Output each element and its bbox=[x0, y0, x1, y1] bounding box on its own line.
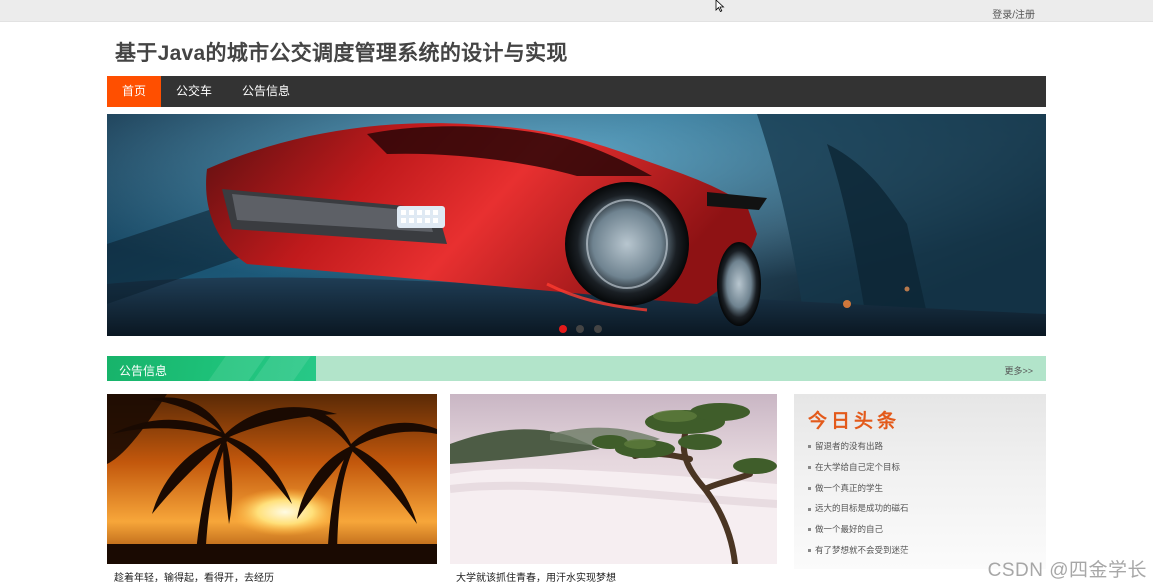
bullet-icon bbox=[808, 528, 811, 532]
carousel-dots bbox=[559, 320, 607, 336]
notice-section-tab: 公告信息 bbox=[107, 356, 316, 381]
site-title: 基于Java的城市公交调度管理系统的设计与实现 bbox=[115, 42, 568, 65]
headlines-panel: 今日头条 留退者的没有出路 在大学给自己定个目标 做一个真正的学生 远大的目标是… bbox=[794, 394, 1046, 569]
bullet-icon bbox=[808, 466, 811, 470]
headlines-title: 今日头条 bbox=[808, 410, 901, 432]
headline-item[interactable]: 有了梦想就不会受到迷茫 bbox=[808, 544, 909, 565]
main-nav: 首页 公交车 公告信息 bbox=[107, 76, 1046, 107]
bullet-icon bbox=[808, 445, 811, 449]
bullet-icon bbox=[808, 549, 811, 553]
notice-card-2-image[interactable] bbox=[450, 394, 777, 564]
pine-mountain-image bbox=[450, 394, 777, 564]
top-bar: 登录/注册 bbox=[0, 0, 1153, 22]
login-register-link[interactable]: 登录/注册 bbox=[992, 6, 1035, 21]
notice-card-1-image[interactable] bbox=[107, 394, 437, 564]
more-link[interactable]: 更多>> bbox=[1004, 364, 1033, 377]
banner-sports-car-image bbox=[107, 114, 1046, 336]
carousel-dot-3[interactable] bbox=[593, 325, 602, 333]
banner-carousel[interactable] bbox=[107, 114, 1046, 336]
headline-item[interactable]: 做一个真正的学生 bbox=[808, 482, 909, 503]
notice-card-2-caption[interactable]: 大学就该抓住青春，用汗水实现梦想 bbox=[456, 569, 616, 584]
csdn-watermark: CSDN @四金学长 bbox=[987, 560, 1147, 581]
headline-item[interactable]: 远大的目标是成功的磁石 bbox=[808, 502, 909, 523]
palm-sunset-image bbox=[107, 394, 437, 564]
headline-item[interactable]: 在大学给自己定个目标 bbox=[808, 461, 909, 482]
mouse-cursor-icon bbox=[715, 0, 725, 12]
headlines-list: 留退者的没有出路 在大学给自己定个目标 做一个真正的学生 远大的目标是成功的磁石… bbox=[808, 440, 909, 565]
notice-section-bar: 公告信息 更多>> bbox=[107, 356, 1046, 381]
carousel-dot-2[interactable] bbox=[576, 325, 585, 333]
bullet-icon bbox=[808, 486, 811, 490]
notice-section-title: 公告信息 bbox=[119, 364, 168, 378]
notice-card-1-caption[interactable]: 趁着年轻，输得起，看得开，去经历 bbox=[114, 569, 274, 584]
bullet-icon bbox=[808, 507, 811, 511]
nav-item-bus[interactable]: 公交车 bbox=[161, 76, 227, 107]
headline-item[interactable]: 做一个最好的自己 bbox=[808, 523, 909, 544]
carousel-dot-1[interactable] bbox=[559, 325, 567, 333]
page: 登录/注册 基于Java的城市公交调度管理系统的设计与实现 首页 公交车 公告信… bbox=[0, 0, 1153, 587]
headline-item[interactable]: 留退者的没有出路 bbox=[808, 440, 909, 461]
nav-item-home[interactable]: 首页 bbox=[107, 76, 162, 107]
nav-item-notices[interactable]: 公告信息 bbox=[227, 76, 305, 107]
